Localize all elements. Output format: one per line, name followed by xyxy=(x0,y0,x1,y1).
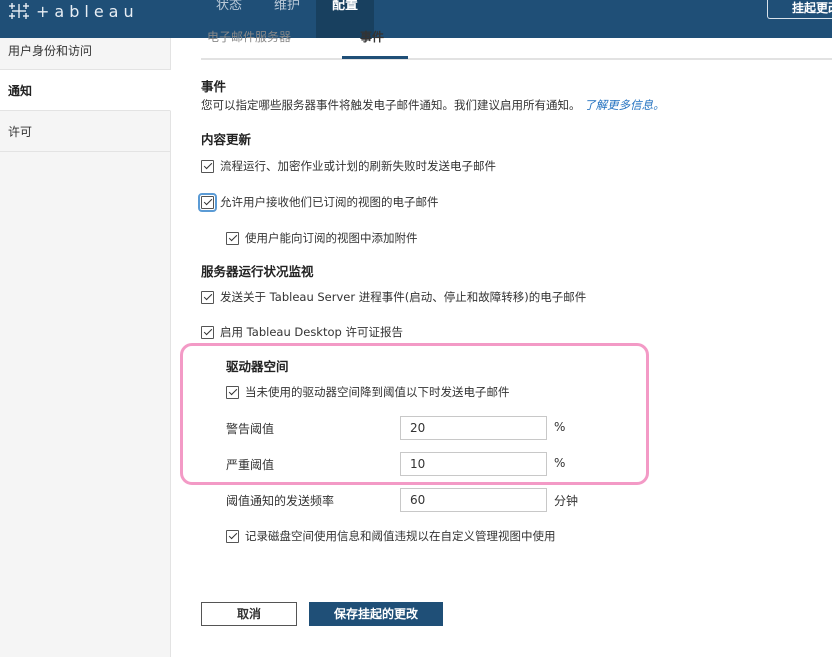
warning-threshold-label: 警告阈值 xyxy=(226,422,275,436)
section-title-content-updates: 内容更新 xyxy=(201,132,252,147)
record-usage-option[interactable]: 记录磁盘空间使用信息和阈值违规以在自定义管理视图中使用 xyxy=(226,528,556,544)
below-threshold-label: 当未使用的驱动器空间降到阈值以下时发送电子邮件 xyxy=(245,385,510,399)
allow-subscriptions-checkbox[interactable] xyxy=(198,192,217,212)
flow-failure-checkbox[interactable] xyxy=(201,159,214,173)
attachments-label: 使用户能向订阅的视图中添加附件 xyxy=(245,231,418,245)
logo-text: +ableau xyxy=(36,1,139,21)
sidebar-item-notifications[interactable]: 通知 xyxy=(0,70,171,111)
tab-email-server[interactable]: 电子邮件服务器 xyxy=(207,28,291,45)
process-events-option[interactable]: 发送关于 Tableau Server 进程事件(启动、停止和故障转移)的电子邮… xyxy=(201,289,586,305)
attachments-checkbox[interactable] xyxy=(226,231,239,245)
section-title-server-health: 服务器运行状况监视 xyxy=(201,264,314,279)
critical-threshold-label: 严重阈值 xyxy=(226,458,275,472)
sidebar: 用户身份和访问 通知 许可 xyxy=(0,38,171,657)
critical-threshold-unit: % xyxy=(554,456,566,470)
sidebar-item-identity-access[interactable]: 用户身份和访问 xyxy=(0,38,170,70)
top-bar: +ableau 状态 维护 配置 挂起更改 xyxy=(0,0,832,38)
frequency-input[interactable]: 60 xyxy=(400,488,547,512)
tableau-logo[interactable]: +ableau xyxy=(8,0,139,22)
below-threshold-option[interactable]: 当未使用的驱动器空间降到阈值以下时发送电子邮件 xyxy=(226,384,510,400)
learn-more-link[interactable]: 了解更多信息。 xyxy=(584,98,665,112)
process-events-checkbox[interactable] xyxy=(201,290,214,304)
section-title-events: 事件 xyxy=(201,79,227,94)
warning-threshold-unit: % xyxy=(554,420,566,434)
below-threshold-checkbox[interactable] xyxy=(226,385,239,399)
warning-threshold-input[interactable]: 20 xyxy=(400,416,547,440)
section-title-drive-space: 驱动器空间 xyxy=(226,359,289,374)
desktop-license-checkbox[interactable] xyxy=(201,325,214,339)
record-usage-checkbox[interactable] xyxy=(226,529,239,543)
attachments-option[interactable]: 使用户能向订阅的视图中添加附件 xyxy=(226,230,418,246)
record-usage-label: 记录磁盘空间使用信息和阈值违规以在自定义管理视图中使用 xyxy=(245,529,556,543)
events-description: 您可以指定哪些服务器事件将触发电子邮件通知。我们建议启用所有通知。 了解更多信息… xyxy=(201,98,665,112)
critical-threshold-input[interactable]: 10 xyxy=(400,452,547,476)
tableau-logo-icon xyxy=(9,3,29,19)
sub-tabs: 电子邮件服务器 事件 xyxy=(201,30,832,60)
allow-subscriptions-label: 允许用户接收他们已订阅的视图的电子邮件 xyxy=(220,195,439,209)
desktop-license-option[interactable]: 启用 Tableau Desktop 许可证报告 xyxy=(201,324,403,340)
active-tab-indicator xyxy=(342,56,408,59)
sidebar-item-licensing[interactable]: 许可 xyxy=(0,111,170,152)
desktop-license-label: 启用 Tableau Desktop 许可证报告 xyxy=(220,325,403,339)
pending-changes-button[interactable]: 挂起更改 xyxy=(767,0,832,19)
save-pending-changes-button[interactable]: 保存挂起的更改 xyxy=(309,602,443,626)
flow-failure-label: 流程运行、加密作业或计划的刷新失败时发送电子邮件 xyxy=(220,159,496,173)
frequency-label: 阈值通知的发送频率 xyxy=(226,494,335,508)
allow-subscriptions-option[interactable]: 允许用户接收他们已订阅的视图的电子邮件 xyxy=(198,192,439,212)
frequency-unit: 分钟 xyxy=(554,494,579,508)
tab-events[interactable]: 事件 xyxy=(342,28,408,50)
process-events-label: 发送关于 Tableau Server 进程事件(启动、停止和故障转移)的电子邮… xyxy=(220,290,587,304)
flow-failure-option[interactable]: 流程运行、加密作业或计划的刷新失败时发送电子邮件 xyxy=(201,158,496,174)
cancel-button[interactable]: 取消 xyxy=(201,602,297,626)
